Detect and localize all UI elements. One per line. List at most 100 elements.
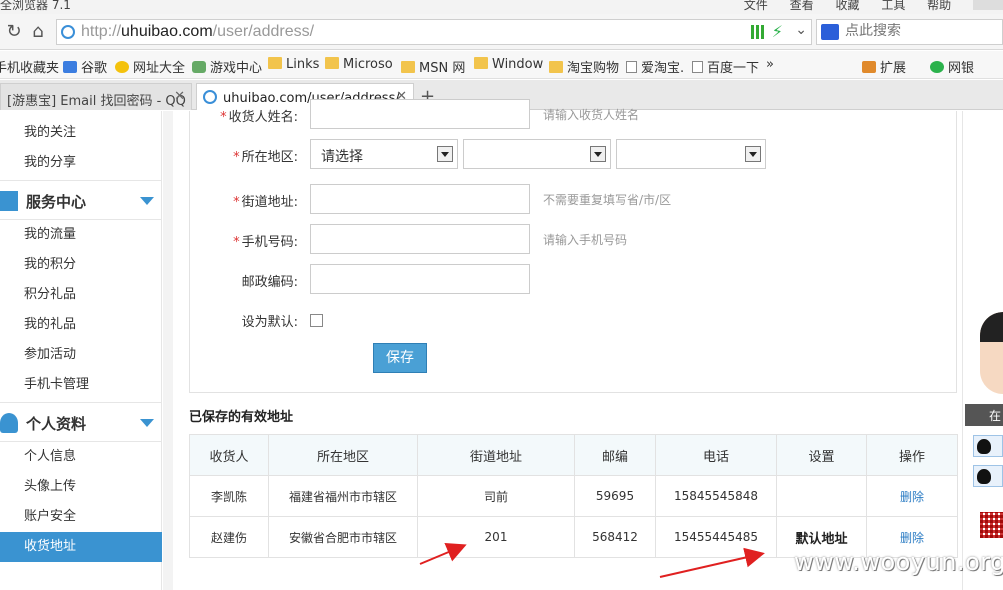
address-bar: ↻ ⌂ http://uhuibao.com/user/address/ ⚡ ⌄ xyxy=(0,14,1003,50)
qr-icon[interactable] xyxy=(751,25,765,39)
folder-icon xyxy=(474,57,488,69)
url-text: http://uhuibao.com/user/address/ xyxy=(81,23,315,40)
street-input[interactable] xyxy=(310,184,530,214)
sidebar-item-account-security[interactable]: 账户安全 xyxy=(0,502,162,532)
menu-favorites[interactable]: 收藏 xyxy=(835,0,859,12)
gamepad-icon xyxy=(192,61,206,73)
default-label: 设为默认: xyxy=(241,315,298,330)
sidebar-item-my-follows[interactable]: 我的关注 xyxy=(0,118,162,148)
sidebar-item-activities[interactable]: 参加活动 xyxy=(0,340,162,370)
user-icon xyxy=(0,413,18,433)
column-header-setting: 设置 xyxy=(776,434,867,476)
bank-icon xyxy=(930,61,944,73)
customer-service-avatar[interactable] xyxy=(980,312,1003,394)
sidebar-item-traffic[interactable]: 我的流量 xyxy=(0,220,162,250)
qq-contact-button-2[interactable] xyxy=(973,465,1003,487)
browser-menu-bar: 文件 查看 收藏 工具 帮助 xyxy=(726,0,1003,13)
qq-penguin-icon xyxy=(977,469,991,484)
street-label: * 街道地址: xyxy=(233,195,298,210)
bookmark-baidu[interactable]: 百度一下 xyxy=(692,57,759,76)
qq-penguin-icon xyxy=(977,439,991,454)
book-icon xyxy=(0,191,18,211)
baidu-paw-icon[interactable] xyxy=(821,24,839,40)
sidebar-item-personal-info[interactable]: 个人信息 xyxy=(0,442,162,472)
user-sidebar: 我的关注 我的分享 服务中心 我的流量 我的积分 积分礼品 我的礼品 参加活动 … xyxy=(0,111,162,590)
zip-input[interactable] xyxy=(310,264,530,294)
close-icon[interactable]: ✕ xyxy=(174,89,185,104)
cell-phone: 15845545848 xyxy=(655,475,777,517)
cell-recipient: 赵建伤 xyxy=(189,516,269,558)
sidebar-item-sim-management[interactable]: 手机卡管理 xyxy=(0,370,162,400)
dropdown-arrow-icon xyxy=(437,146,453,162)
qr-code-icon xyxy=(980,512,1003,538)
dropdown-arrow-icon xyxy=(590,146,606,162)
district-select[interactable] xyxy=(616,139,766,169)
bookmark-ai-taobao[interactable]: 爱淘宝. xyxy=(626,57,684,76)
bookmark-links[interactable]: Links xyxy=(268,57,319,72)
online-bank-button[interactable]: 网银 xyxy=(930,57,974,76)
bookmark-taobao[interactable]: 淘宝购物 xyxy=(549,57,619,76)
chevron-down-icon[interactable] xyxy=(140,419,154,427)
sidebar-gutter xyxy=(163,111,173,590)
bookmark-msn[interactable]: MSN 网 xyxy=(401,57,465,76)
cell-phone: 15455445485 xyxy=(655,516,777,558)
sidebar-section-profile[interactable]: 个人资料 xyxy=(0,402,162,442)
column-header-recipient: 收货人 xyxy=(189,434,269,476)
menu-tools[interactable]: 工具 xyxy=(881,0,905,12)
bookmark-mobile-favorites[interactable]: 手机收藏夹 xyxy=(0,57,59,76)
minimize-button[interactable] xyxy=(973,0,1003,10)
folder-icon xyxy=(549,61,563,73)
sidebar-item-shipping-address[interactable]: 收货地址 xyxy=(0,532,162,562)
menu-help[interactable]: 帮助 xyxy=(927,0,951,12)
page-icon xyxy=(692,61,703,73)
chevron-down-icon[interactable] xyxy=(140,197,154,205)
phone-hint: 请输入手机号码 xyxy=(543,233,628,247)
bookmark-google[interactable]: 谷歌 xyxy=(63,57,107,76)
region-label: * 所在地区: xyxy=(233,150,298,165)
online-service-tab[interactable]: 在 xyxy=(965,404,1003,426)
browser-title-bar: 全浏览器 7.1 文件 查看 收藏 工具 帮助 xyxy=(0,0,1003,14)
sidebar-item-avatar-upload[interactable]: 头像上传 xyxy=(0,472,162,502)
sidebar-section-service[interactable]: 服务中心 xyxy=(0,180,162,220)
default-checkbox[interactable] xyxy=(310,314,323,327)
save-button[interactable]: 保存 xyxy=(373,343,427,373)
menu-view[interactable]: 查看 xyxy=(790,0,814,12)
search-input[interactable] xyxy=(845,23,995,39)
menu-file[interactable]: 文件 xyxy=(744,0,768,12)
search-box[interactable] xyxy=(816,19,1003,45)
tab-email-recovery[interactable]: [游惠宝] Email 找回密码 - QQ ✕ xyxy=(0,83,192,110)
name-input[interactable] xyxy=(310,99,530,129)
bookmark-url-directory[interactable]: 网址大全 xyxy=(115,57,185,76)
street-hint: 不需要重复填写省/市/区 xyxy=(543,193,672,207)
sidebar-item-point-gifts[interactable]: 积分礼品 xyxy=(0,280,162,310)
saved-addresses-table: 收货人 所在地区 街道地址 邮编 电话 设置 操作 李凯陈 福建省福州市市辖区 … xyxy=(189,434,958,558)
qq-contact-button[interactable] xyxy=(973,435,1003,457)
chevron-down-icon[interactable]: ⌄ xyxy=(795,22,807,38)
province-select[interactable]: 请选择 xyxy=(310,139,458,169)
cell-setting xyxy=(776,475,867,517)
table-row: 李凯陈 福建省福州市市辖区 司前 59695 15845545848 删除 xyxy=(189,475,958,517)
bookmarks-overflow[interactable]: » xyxy=(766,57,774,72)
refresh-icon[interactable]: ↻ xyxy=(2,20,26,44)
home-icon[interactable]: ⌂ xyxy=(26,20,50,44)
puzzle-icon xyxy=(862,61,876,73)
folder-icon xyxy=(325,57,339,69)
sidebar-item-my-gifts[interactable]: 我的礼品 xyxy=(0,310,162,340)
bookmark-microsoft[interactable]: Microso xyxy=(325,57,393,72)
sidebar-item-points[interactable]: 我的积分 xyxy=(0,250,162,280)
folder-icon xyxy=(401,61,415,73)
cell-recipient: 李凯陈 xyxy=(189,475,269,517)
phone-input[interactable] xyxy=(310,224,530,254)
city-select[interactable] xyxy=(463,139,611,169)
page-icon xyxy=(626,61,637,73)
bookmark-game-center[interactable]: 游戏中心 xyxy=(192,57,262,76)
name-label: * 收货人姓名: xyxy=(220,110,298,125)
folder-icon xyxy=(268,57,282,69)
bookmark-windows[interactable]: Window xyxy=(474,57,543,72)
lightning-icon[interactable]: ⚡ xyxy=(772,22,783,41)
url-field[interactable]: http://uhuibao.com/user/address/ ⚡ ⌄ xyxy=(56,19,812,45)
delete-link[interactable]: 删除 xyxy=(866,475,958,517)
extensions-button[interactable]: 扩展 xyxy=(862,57,906,76)
sidebar-item-my-shares[interactable]: 我的分享 xyxy=(0,148,162,178)
name-hint: 请输入收货人姓名 xyxy=(543,108,640,122)
